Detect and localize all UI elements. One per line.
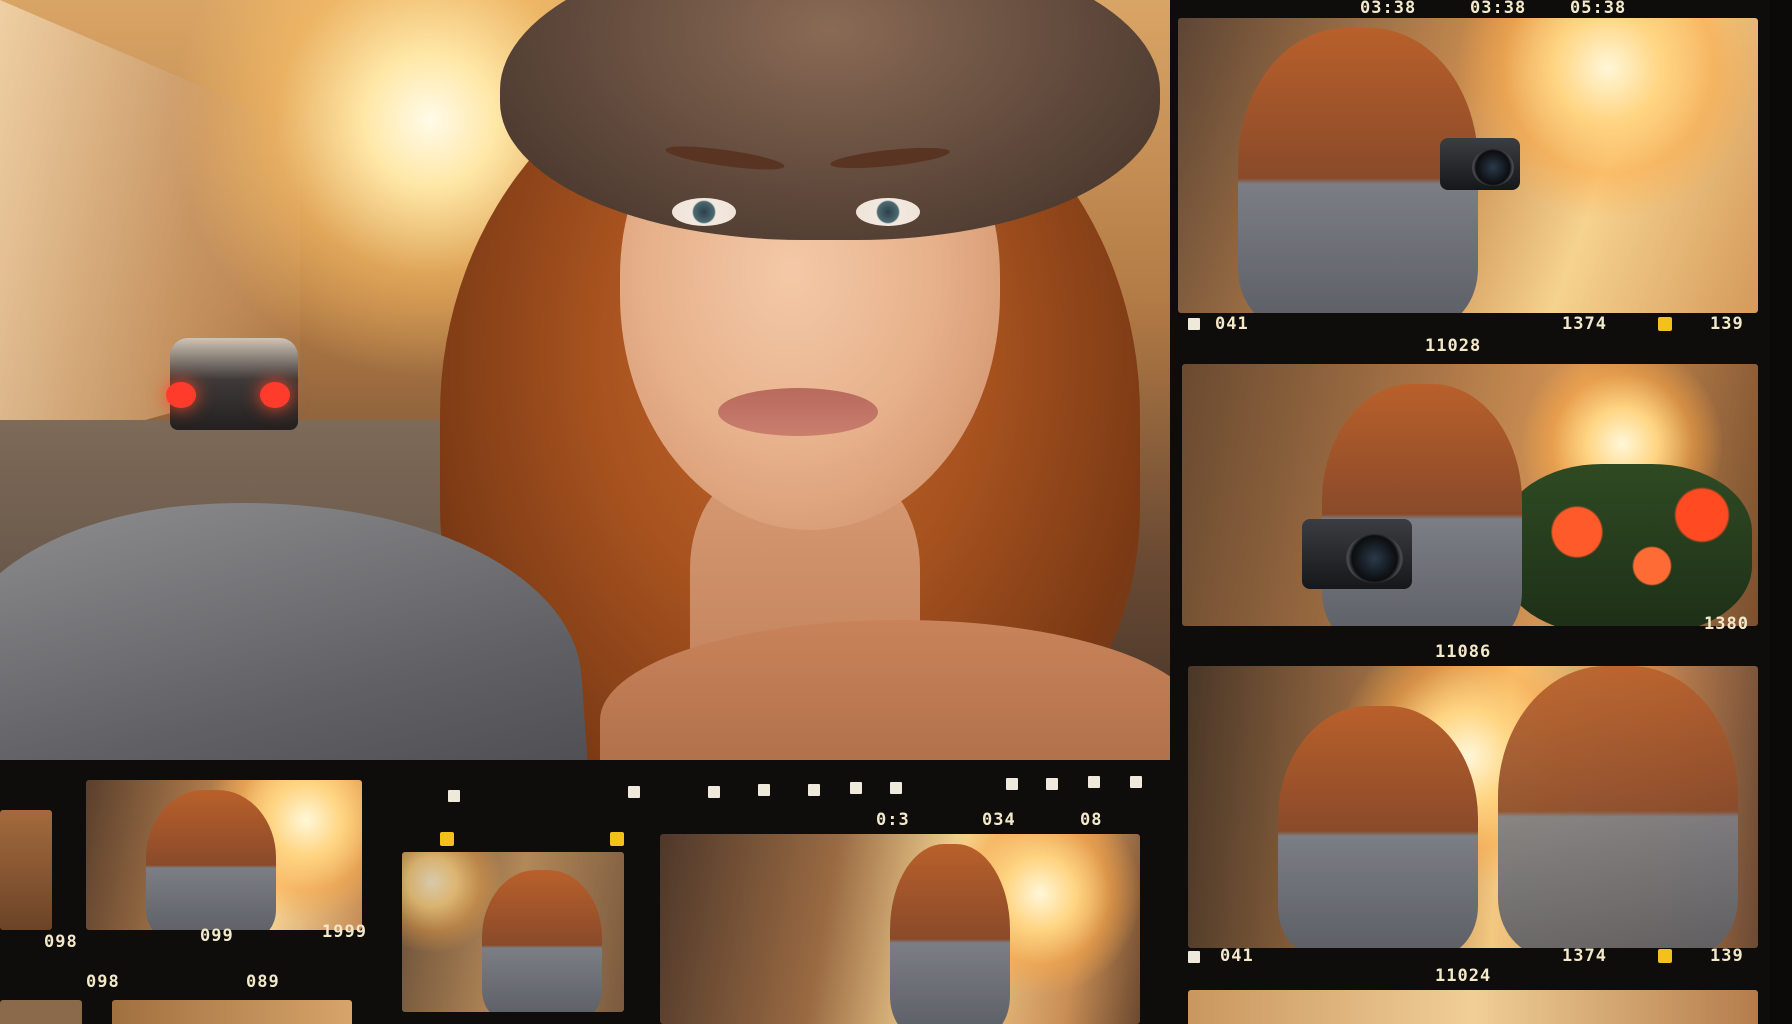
frame-marker (440, 832, 454, 846)
sprocket-hole (448, 790, 460, 802)
sprocket-hole (708, 786, 720, 798)
sprocket-hole (1006, 778, 1018, 790)
film-frame-partial (0, 1000, 82, 1024)
edge-code: 089 (246, 972, 280, 992)
woman-smiling (146, 790, 276, 930)
edge-code: 1999 (322, 922, 367, 942)
edge-code: 099 (200, 926, 234, 946)
sprocket-hole (1130, 776, 1142, 788)
film-frame-partial (0, 810, 52, 930)
sprocket-hole (1188, 951, 1200, 963)
film-frame-partial (1188, 990, 1758, 1024)
woman-smile (718, 388, 878, 436)
edge-code: 03:38 (1470, 0, 1527, 18)
edge-code: 08 (1080, 810, 1103, 830)
camera-icon (1440, 138, 1520, 190)
frame-marker (1658, 949, 1672, 963)
edge-code: 098 (86, 972, 120, 992)
sprocket-hole (628, 786, 640, 798)
edge-code: 1374 (1562, 314, 1607, 334)
eye-right (856, 198, 920, 226)
sprocket-hole (1088, 776, 1100, 788)
sprocket-hole (758, 784, 770, 796)
edge-code: 034 (982, 810, 1016, 830)
edge-code: 139 (1710, 946, 1744, 966)
car-tail-light-left (166, 382, 196, 408)
woman-with-camera (1498, 666, 1738, 948)
film-strip-right: 03:38 03:38 05:38 041 1374 139 11028 138… (1170, 0, 1770, 1024)
frame-marker (610, 832, 624, 846)
sprocket-hole (850, 782, 862, 794)
film-frame-woman-in-shop (402, 852, 624, 1012)
camera-icon (1302, 519, 1412, 589)
photo-collage: 03:38 03:38 05:38 041 1374 139 11028 138… (0, 0, 1792, 1024)
film-frame-two-women (1188, 666, 1758, 948)
edge-code: 041 (1220, 946, 1254, 966)
sprocket-hole (890, 782, 902, 794)
edge-code: 1374 (1562, 946, 1607, 966)
film-frame-woman-laughing (86, 780, 362, 930)
woman-smiling (1278, 706, 1478, 948)
edge-code: 139 (1710, 314, 1744, 334)
sprocket-hole (1046, 778, 1058, 790)
film-strip-bottom: 0:3 034 08 098 099 1999 098 089 (0, 760, 1180, 1024)
edge-code: 03:38 (1360, 0, 1417, 18)
edge-code: 05:38 (1570, 0, 1627, 18)
film-frame-photographer-street (1178, 18, 1758, 313)
sprocket-hole (1188, 318, 1200, 330)
woman-posing (890, 844, 1010, 1024)
frame-counter: 11086 (1435, 642, 1492, 662)
edge-code: 0:3 (876, 810, 910, 830)
car-tail-light-right (260, 382, 290, 408)
frame-counter: 11024 (1435, 966, 1492, 986)
flower-box (1502, 464, 1752, 626)
edge-code: 098 (44, 932, 78, 952)
film-frame-partial (112, 1000, 352, 1024)
eye-left (672, 198, 736, 226)
film-frame-photographer-cafe (1182, 364, 1758, 626)
film-frame-woman-street (660, 834, 1140, 1024)
sprocket-hole (808, 784, 820, 796)
hero-portrait (0, 0, 1180, 800)
woman-with-camera (1322, 384, 1522, 626)
woman-smiling (482, 870, 602, 1012)
frame-counter: 11028 (1425, 336, 1482, 356)
frame-marker (1658, 317, 1672, 331)
edge-code: 1380 (1704, 614, 1749, 634)
edge-code: 041 (1215, 314, 1249, 334)
